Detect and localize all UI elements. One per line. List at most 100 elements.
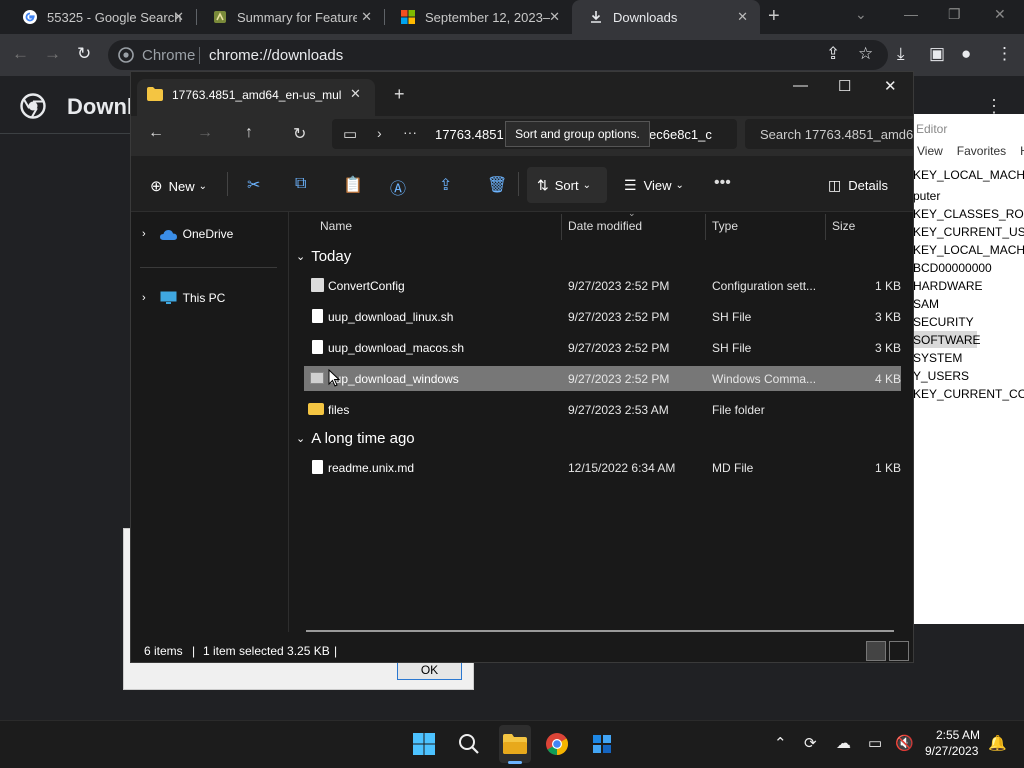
registry-row[interactable]: SAM — [913, 297, 939, 311]
back-icon[interactable]: ← — [148, 124, 164, 142]
clock-date[interactable]: 9/27/2023 — [925, 744, 978, 758]
tab-search-icon[interactable]: ⌄ — [855, 6, 867, 23]
forward-icon[interactable]: → — [44, 44, 61, 64]
registry-menu-view[interactable]: View — [917, 144, 943, 158]
registry-row[interactable]: KEY_LOCAL_MACHIN — [913, 243, 1024, 257]
taskbar-registry-editor[interactable] — [587, 729, 617, 759]
nav-item-this-pc[interactable]: › This PC — [142, 291, 225, 305]
tab-downloads[interactable]: Downloads ✕ — [572, 0, 760, 34]
registry-row[interactable]: HARDWARE — [913, 279, 983, 293]
file-size: 4 KB — [875, 372, 902, 386]
group-header-long-ago[interactable]: ⌄ A long time ago — [296, 430, 415, 447]
registry-address[interactable]: KEY_LOCAL_MACHIN — [913, 168, 1024, 182]
start-button[interactable] — [409, 729, 439, 759]
new-tab-button[interactable]: + — [394, 84, 405, 105]
clock-time[interactable]: 2:55 AM — [936, 728, 980, 742]
registry-row[interactable]: KEY_CURRENT_USER — [913, 225, 1024, 239]
column-header-date[interactable]: Date modified — [568, 219, 642, 233]
close-icon[interactable]: ✕ — [173, 9, 184, 25]
group-header-today[interactable]: ⌄ Today — [296, 248, 351, 265]
more-path-icon[interactable]: ··· — [403, 124, 417, 140]
chevron-down-icon: ⌄ — [582, 180, 591, 191]
registry-row[interactable]: KEY_CURRENT_CONF — [913, 387, 1024, 401]
file-type: Configuration sett... — [712, 279, 817, 293]
registry-row[interactable]: SOFTWARE — [913, 333, 981, 347]
chevron-down-icon: ⌄ — [675, 180, 684, 191]
search-button[interactable] — [454, 729, 484, 759]
bookmark-star-icon[interactable]: ☆ — [858, 44, 873, 64]
taskbar-file-explorer[interactable] — [500, 729, 530, 759]
column-header-type[interactable]: Type — [712, 219, 738, 233]
close-icon[interactable]: ✕ — [737, 9, 748, 25]
restore-icon[interactable]: ❐ — [948, 6, 961, 23]
registry-row[interactable]: puter — [913, 189, 940, 203]
close-icon[interactable]: ✕ — [549, 9, 560, 25]
registry-menu-help[interactable]: H — [1020, 144, 1024, 158]
new-tab-button[interactable]: + — [768, 5, 780, 28]
column-header-size[interactable]: Size — [832, 219, 855, 233]
notification-bell-icon[interactable]: 🔔 — [988, 734, 1007, 752]
chevron-right-icon[interactable]: › — [377, 125, 382, 141]
registry-menu-favorites[interactable]: Favorites — [957, 144, 1006, 158]
delete-icon[interactable]: 🗑 — [487, 175, 507, 195]
cloud-icon[interactable]: ☁ — [836, 734, 851, 752]
view-button[interactable]: ☰ View ⌄ — [624, 177, 684, 194]
up-icon[interactable]: ↑ — [245, 124, 253, 142]
column-divider[interactable] — [561, 214, 562, 240]
minimize-icon[interactable]: — — [904, 6, 918, 22]
tab-google-search[interactable]: 55325 - Google Search ✕ — [6, 0, 196, 34]
nav-divider — [140, 267, 277, 268]
refresh-icon[interactable]: ↻ — [293, 124, 306, 144]
taskbar-chrome[interactable] — [542, 729, 572, 759]
sync-icon[interactable]: ⟳ — [804, 734, 817, 752]
column-divider[interactable] — [825, 214, 826, 240]
rename-icon[interactable]: Ⓐ — [390, 175, 406, 199]
registry-row[interactable]: Y_USERS — [913, 369, 969, 383]
tab-summary-feature[interactable]: Summary for Feature u ✕ — [196, 0, 384, 34]
registry-row[interactable]: BCD00000000 — [913, 261, 992, 275]
side-panel-icon[interactable]: ▣ — [929, 44, 945, 64]
windows-logo-icon — [413, 733, 435, 755]
paste-icon[interactable]: 📋 — [343, 175, 363, 195]
more-options-icon[interactable]: ••• — [714, 174, 731, 192]
maximize-icon[interactable]: ☐ — [838, 77, 851, 95]
details-view-toggle[interactable] — [866, 641, 886, 661]
file-date: 9/27/2023 2:52 PM — [568, 372, 670, 386]
minimize-icon[interactable]: — — [793, 77, 808, 94]
cut-icon[interactable]: ✂ — [247, 175, 260, 195]
new-button[interactable]: ⊕ New ⌄ — [150, 177, 207, 195]
close-window-icon[interactable]: ✕ — [884, 77, 897, 95]
share-icon[interactable]: ⇪ — [826, 44, 840, 64]
chevron-right-icon[interactable]: › — [142, 228, 146, 240]
registry-row[interactable]: SECURITY — [913, 315, 974, 329]
reload-icon[interactable]: ↻ — [77, 44, 91, 64]
horizontal-scrollbar[interactable] — [306, 630, 894, 632]
details-button[interactable]: ◫ Details — [828, 177, 888, 194]
downloads-toolbar-icon[interactable]: ⤓ — [897, 44, 905, 64]
profile-icon[interactable]: ● — [961, 44, 971, 64]
dialog-ok-button[interactable]: OK — [397, 660, 462, 680]
share-icon[interactable]: ⇪ — [439, 175, 452, 195]
tab-title: Downloads — [613, 9, 678, 25]
tiles-view-toggle[interactable] — [889, 641, 909, 661]
registry-row[interactable]: KEY_CLASSES_ROOT — [913, 207, 1024, 221]
show-hidden-icons-icon[interactable]: ⌃ — [774, 734, 787, 752]
copy-icon[interactable]: ⧉ — [295, 175, 306, 193]
back-icon[interactable]: ← — [12, 44, 29, 64]
close-window-icon[interactable]: ✕ — [994, 6, 1006, 23]
tab-september-update[interactable]: September 12, 2023— ✕ — [384, 0, 572, 34]
computer-icon: ▭ — [343, 126, 358, 143]
sort-button[interactable]: ⇅ Sort ⌄ — [537, 177, 591, 194]
close-icon[interactable]: ✕ — [361, 9, 372, 25]
omnibox-url[interactable]: chrome://downloads — [209, 47, 343, 64]
chrome-menu-icon[interactable]: ⋮ — [996, 44, 1013, 64]
volume-muted-icon[interactable]: 🔇 — [895, 734, 914, 752]
column-header-name[interactable]: Name — [320, 219, 352, 233]
nav-item-onedrive[interactable]: › OneDrive — [142, 227, 233, 241]
forward-icon[interactable]: → — [197, 124, 213, 142]
column-divider[interactable] — [705, 214, 706, 240]
network-icon[interactable]: ▭ — [868, 734, 882, 752]
close-icon[interactable]: ✕ — [350, 86, 361, 102]
registry-row[interactable]: SYSTEM — [913, 351, 962, 365]
chevron-right-icon[interactable]: › — [142, 292, 146, 304]
